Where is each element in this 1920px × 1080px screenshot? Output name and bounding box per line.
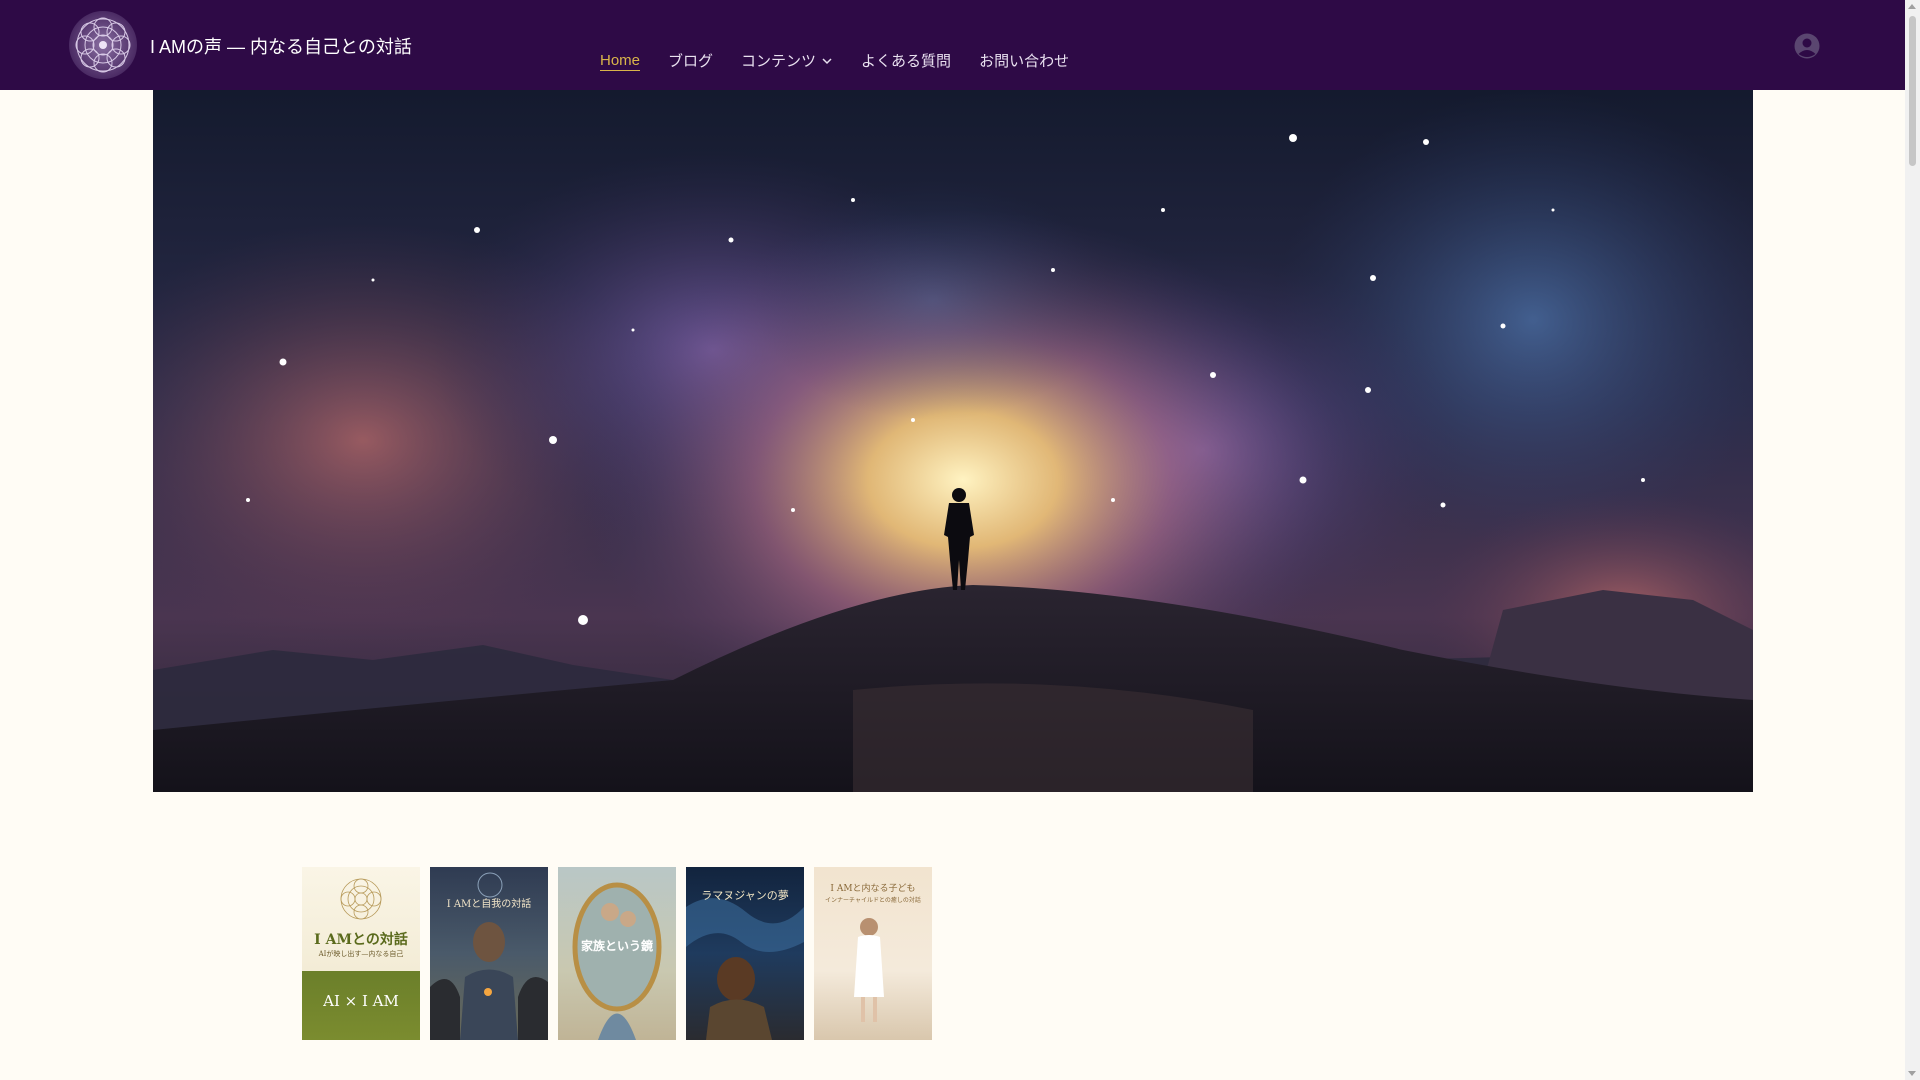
book-band-text: AI × I AM xyxy=(323,992,399,1010)
site-header: I AMの声 — 内なる自己との対話 Home ブログ コンテンツ よくある質問… xyxy=(0,0,1905,90)
book-title: I AMと内なる子ども xyxy=(830,884,916,894)
nav-item-contents[interactable]: コンテンツ xyxy=(741,50,833,71)
scroll-down-icon[interactable] xyxy=(1908,1071,1916,1076)
book-title: I AMとの対話 xyxy=(314,932,408,948)
book-title: I AMと自我の対話 xyxy=(446,899,532,910)
book-cover-ramanujan-dream[interactable]: ラマヌジャンの夢 xyxy=(686,867,804,1040)
nav-item-blog[interactable]: ブログ xyxy=(668,50,713,71)
nav-item-label: よくある質問 xyxy=(861,53,952,70)
nav-item-faq[interactable]: よくある質問 xyxy=(861,50,951,71)
chevron-down-icon xyxy=(822,57,832,64)
book-cover-inner-child[interactable]: I AMと内なる子ども インナーチャイルドとの癒しの対話 xyxy=(814,867,932,1040)
scrollbar-thumb[interactable] xyxy=(1909,16,1916,166)
nav-item-label: コンテンツ xyxy=(741,53,817,70)
book-title: 家族という鏡 xyxy=(580,939,653,953)
nav-item-label: Home xyxy=(600,52,641,69)
book-cover-ego-dialogue[interactable]: I AMと自我の対話 xyxy=(430,867,548,1040)
book-subtitle: インナーチャイルドとの癒しの対話 xyxy=(825,897,921,904)
nav-item-home[interactable]: Home xyxy=(600,50,640,71)
nav-item-label: お問い合わせ xyxy=(979,53,1070,70)
book-gallery: I AMとの対話 AIが映し出す—内なる自己 AI × I AM I AMと自我… xyxy=(302,867,942,1040)
book-cover-family-mirror[interactable]: 家族という鏡 xyxy=(558,867,676,1040)
main-nav: Home ブログ コンテンツ よくある質問 お問い合わせ xyxy=(600,50,1097,71)
starry-sky-silhouette-image xyxy=(153,90,1753,792)
site-title[interactable]: I AMの声 — 内なる自己との対話 xyxy=(150,33,412,59)
scroll-up-icon[interactable] xyxy=(1908,4,1916,9)
hero-image xyxy=(153,90,1753,792)
book-subtitle: AIが映し出す—内なる自己 xyxy=(318,950,404,958)
nav-item-contact[interactable]: お問い合わせ xyxy=(979,50,1069,71)
boy-portrait-illustration xyxy=(430,872,548,1040)
book-title: ラマヌジャンの夢 xyxy=(701,889,789,902)
user-circle-icon[interactable] xyxy=(1794,33,1820,59)
mandala-logo-icon[interactable] xyxy=(68,10,138,80)
book-cover-iam-dialogue[interactable]: I AMとの対話 AIが映し出す—内なる自己 AI × I AM xyxy=(302,867,420,1040)
page-scrollbar[interactable] xyxy=(1905,0,1920,1080)
nav-item-label: ブログ xyxy=(668,53,714,70)
